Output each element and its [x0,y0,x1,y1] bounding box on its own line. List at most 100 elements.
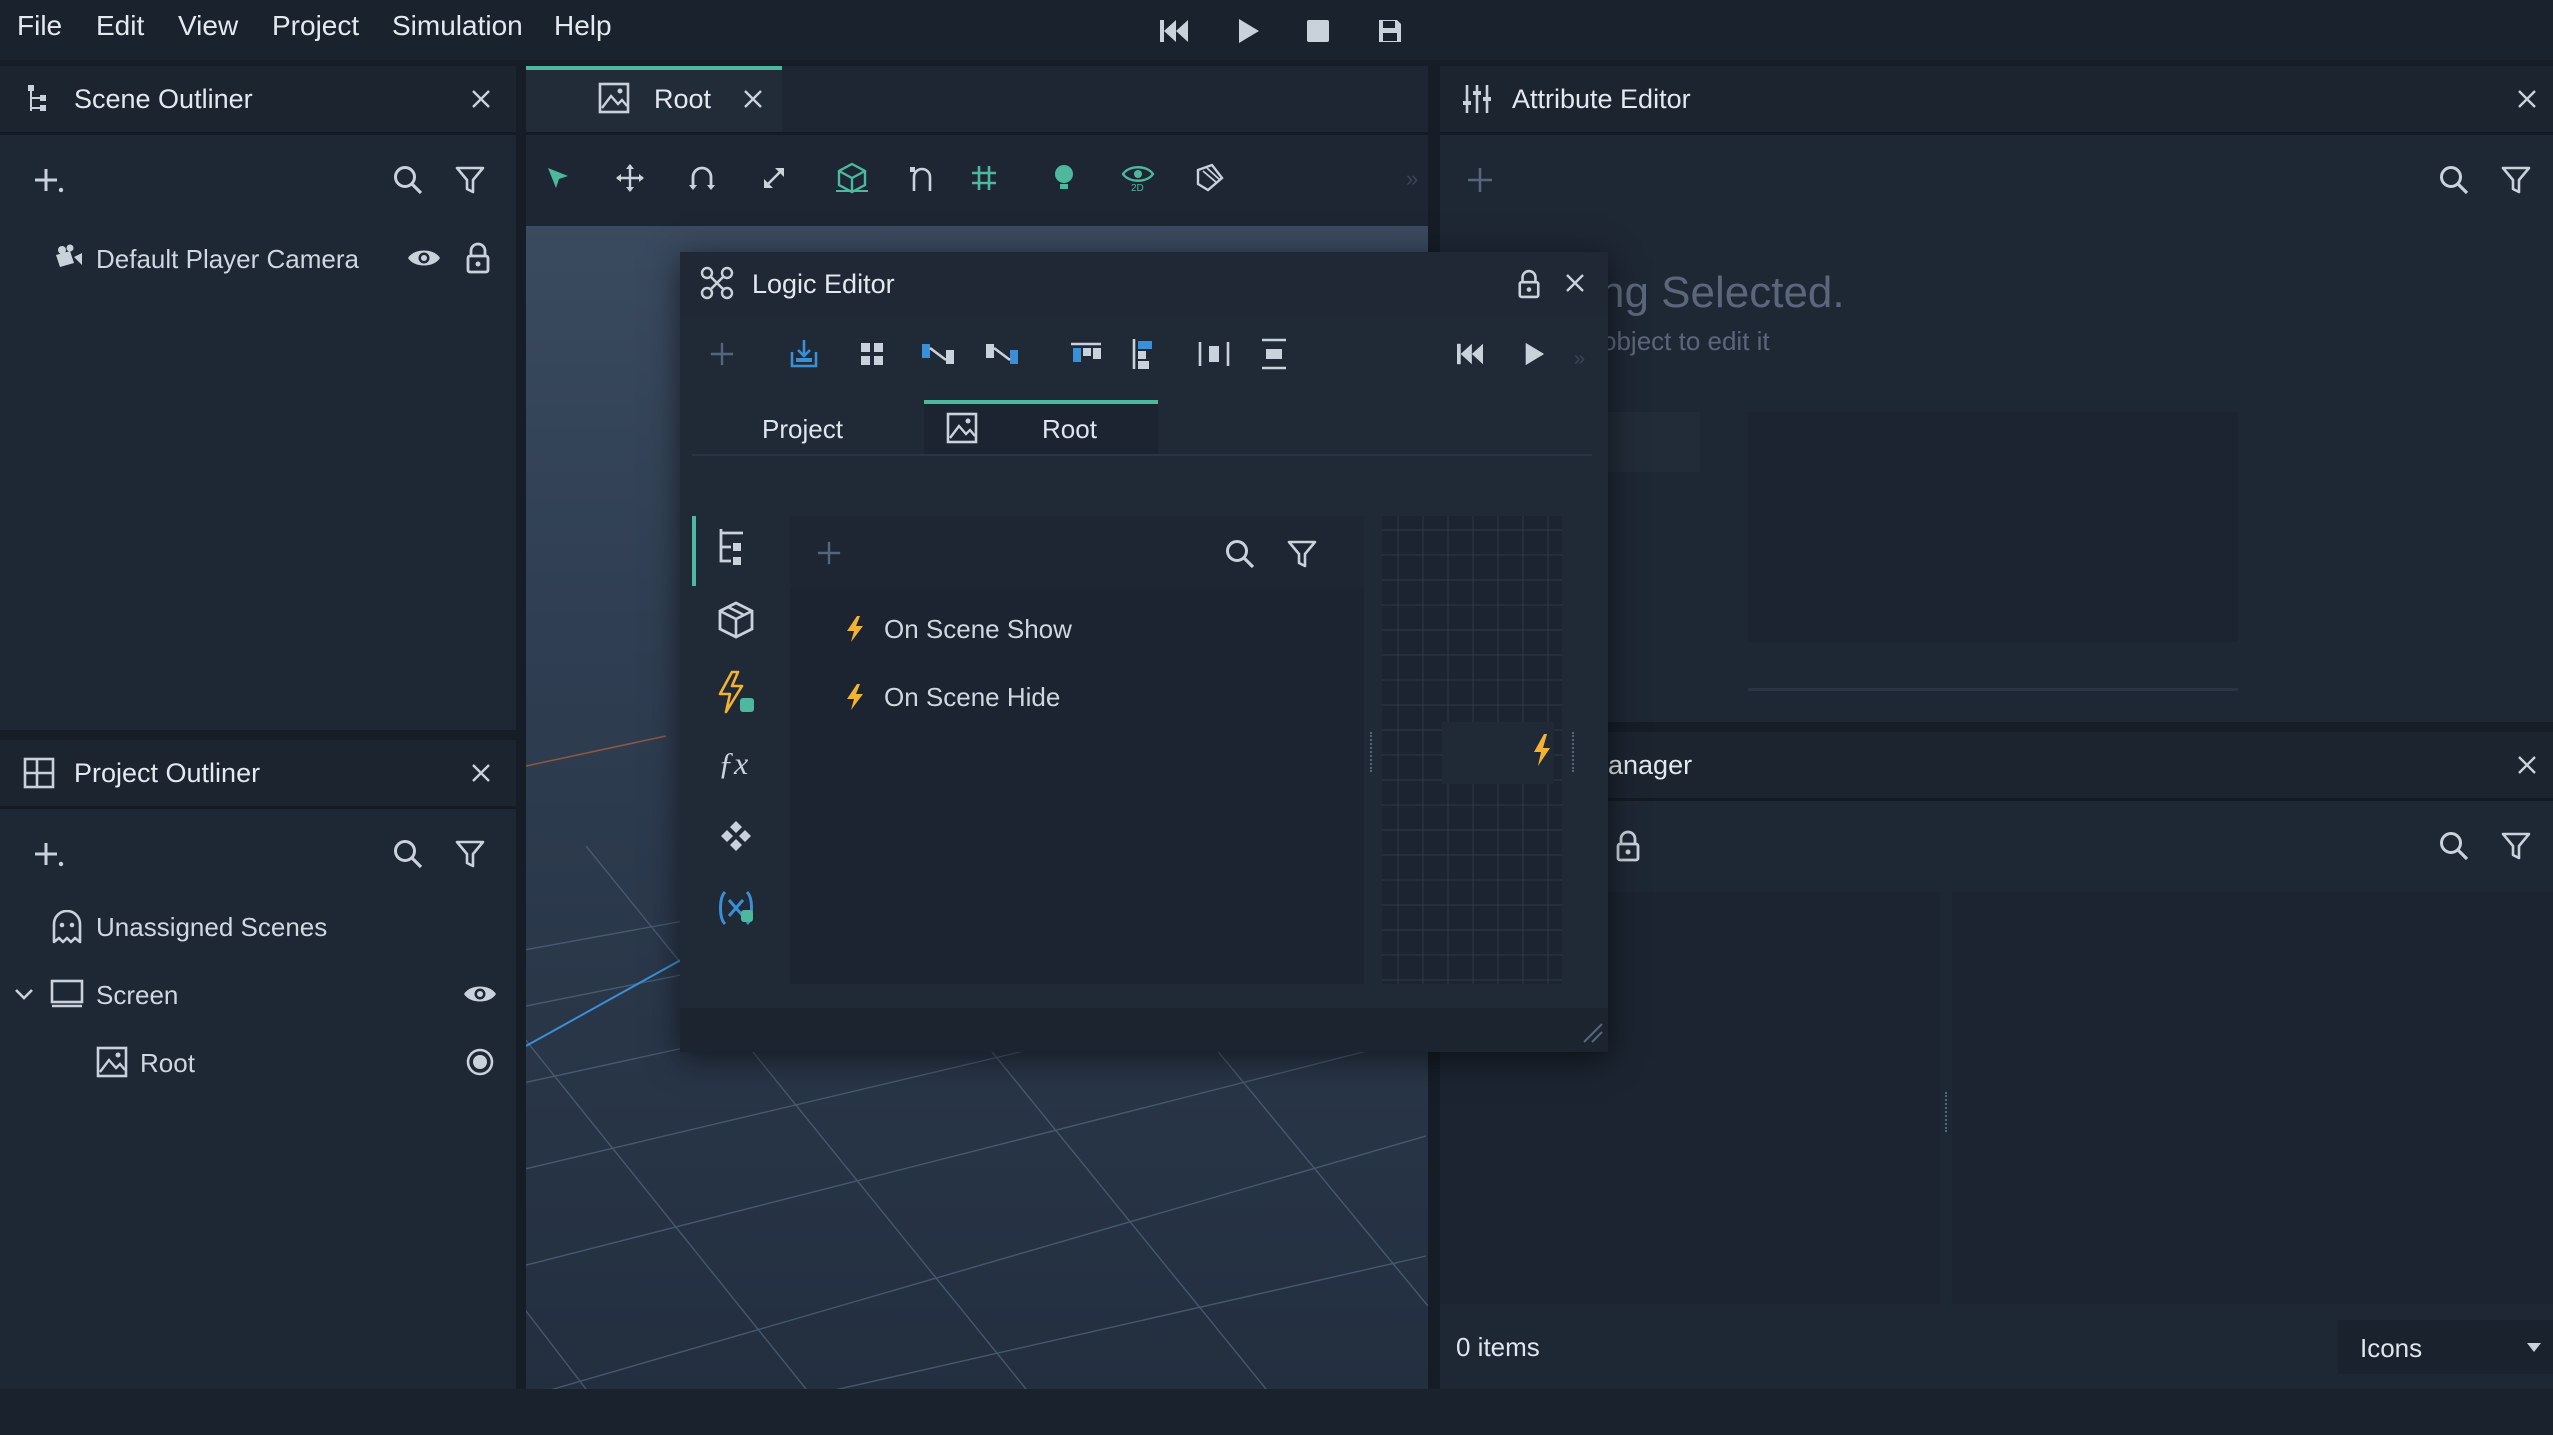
menu-simulation[interactable]: Simulation [392,10,523,42]
scale-icon[interactable] [756,160,792,196]
texture-icon[interactable] [1190,160,1230,196]
filter-icon[interactable] [452,836,488,872]
event-bolt-icon [840,680,870,714]
event-bolt-icon[interactable] [714,668,758,716]
stop-icon[interactable] [1300,14,1336,48]
dropdown-arrow-icon [2524,1338,2544,1356]
svg-text:2D: 2D [1131,183,1144,192]
logic-nodes-icon [698,264,736,302]
play-icon[interactable] [1230,14,1266,48]
tree-item-screen[interactable]: Screen [96,980,178,1011]
asset-content-area[interactable] [1952,892,2553,1304]
light-bulb-icon[interactable] [1046,160,1082,196]
cube-view-icon[interactable] [832,158,872,198]
project-outliner-title: Project Outliner [74,758,261,788]
tab-root-label: Root [1042,414,1097,444]
logic-editor-titlebar[interactable]: Logic Editor [680,252,1608,314]
add-icon[interactable] [812,536,846,570]
search-icon[interactable] [2436,162,2472,198]
search-icon[interactable] [390,162,426,198]
tree-item-root[interactable]: Root [140,1048,195,1079]
add-icon[interactable] [28,160,68,200]
filter-icon[interactable] [2498,828,2534,864]
list-item[interactable]: On Scene Hide [790,668,1364,726]
monitor-icon [48,976,86,1012]
menu-edit[interactable]: Edit [96,10,144,42]
add-icon[interactable] [1462,162,1498,198]
eye-icon[interactable] [404,240,444,276]
filter-icon[interactable] [1284,536,1320,572]
asset-manager-title: anager [1608,750,1693,780]
add-icon[interactable] [28,834,68,874]
toolbar-overflow-icon[interactable]: » [1406,166,1418,192]
view-mode-select[interactable]: Icons [2338,1320,2553,1374]
components-icon[interactable] [714,814,758,858]
splitter-handle[interactable] [1370,732,1376,772]
status-strip [0,1389,2553,1435]
link-nodes-icon[interactable] [918,336,958,372]
rewind-icon[interactable] [1452,336,1488,372]
attribute-editor-header: Attribute Editor [1440,66,2553,132]
rotate-icon[interactable] [684,160,720,196]
select-arrow-icon[interactable] [540,160,576,196]
function-icon[interactable]: ƒx [714,742,758,786]
empty-selection-title: ng Selected. [1600,268,1845,317]
grid-icon[interactable] [966,160,1002,196]
close-icon[interactable] [2510,82,2544,116]
close-icon[interactable] [1558,266,1592,300]
tab-project[interactable]: Project [692,400,916,456]
resize-grip-icon[interactable] [1578,1018,1606,1046]
tree-item-default-player-camera[interactable]: Default Player Camera [96,244,359,275]
close-icon[interactable] [464,82,498,116]
viewport-tab[interactable]: Root [526,66,782,132]
add-icon[interactable] [704,336,740,372]
search-icon[interactable] [2436,828,2472,864]
hierarchy-icon[interactable] [714,524,754,568]
cube-icon[interactable] [714,598,758,642]
lock-icon[interactable] [460,238,496,278]
node-graph-canvas[interactable] [1382,516,1562,984]
filter-icon[interactable] [452,162,488,198]
tab-project-label: Project [762,414,843,444]
logic-toolbar: » [680,314,1608,394]
lock-icon[interactable] [1610,826,1646,866]
align-top-icon[interactable] [1066,336,1106,372]
filter-icon[interactable] [2498,162,2534,198]
move-icon[interactable] [612,160,648,196]
active-radio-icon[interactable] [462,1044,498,1080]
events-panel: On Scene Show On Scene Hide [790,516,1364,984]
menu-file[interactable]: File [17,10,62,42]
chevron-down-icon[interactable] [12,982,36,1006]
splitter-handle[interactable] [1572,732,1578,772]
rewind-icon[interactable] [1156,14,1192,48]
snap-icon[interactable] [904,160,940,196]
event-label: On Scene Show [884,614,1072,644]
event-bolt-icon [840,612,870,646]
logic-tabs: Project Root [692,394,1592,456]
list-item[interactable]: On Scene Show [790,600,1364,658]
eye-icon[interactable] [460,976,500,1012]
grid-view-icon[interactable] [854,336,890,372]
distribute-vertical-icon[interactable] [1256,336,1292,372]
search-icon[interactable] [1222,536,1258,572]
menu-project[interactable]: Project [272,10,359,42]
close-icon[interactable] [736,82,770,116]
import-icon[interactable] [786,336,822,372]
close-icon[interactable] [2510,748,2544,782]
tree-item-unassigned-scenes[interactable]: Unassigned Scenes [96,912,327,943]
variables-icon[interactable] [712,886,760,930]
splitter-handle[interactable] [1945,1092,1951,1132]
lock-icon[interactable] [1512,266,1546,302]
toolbar-overflow-icon[interactable]: » [1574,348,1585,371]
distribute-horizontal-icon[interactable] [1194,336,1234,372]
save-icon[interactable] [1372,14,1408,48]
close-icon[interactable] [464,756,498,790]
menu-view[interactable]: View [178,10,238,42]
play-icon[interactable] [1516,336,1552,372]
tab-root[interactable]: Root [924,400,1158,456]
link-nodes-alt-icon[interactable] [982,336,1022,372]
menu-help[interactable]: Help [554,10,612,42]
search-icon[interactable] [390,836,426,872]
align-left-icon[interactable] [1126,336,1162,372]
eye-2d-icon[interactable]: 2D [1118,160,1158,196]
